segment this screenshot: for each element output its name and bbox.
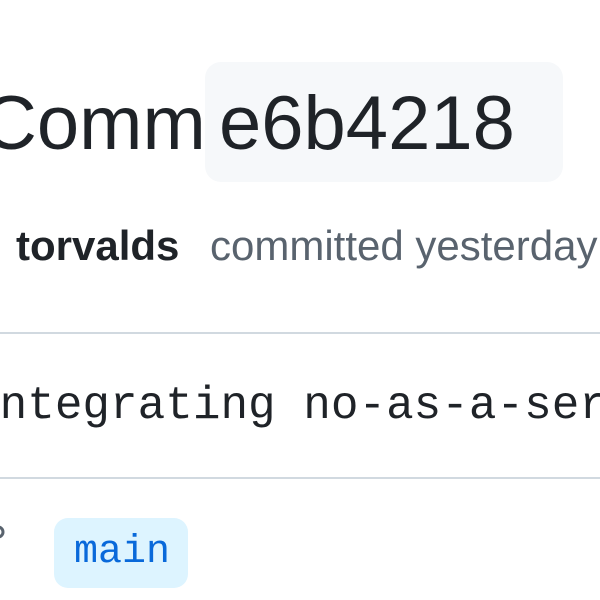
divider xyxy=(0,332,600,334)
commit-timestamp: committed yesterday xyxy=(210,222,598,269)
divider xyxy=(0,477,600,479)
commit-sha[interactable]: e6b4218 xyxy=(219,84,515,164)
commit-message: Integrating no-as-a-service xyxy=(0,380,600,432)
branch-name[interactable]: main xyxy=(74,526,170,580)
author-link[interactable]: torvalds xyxy=(16,218,179,274)
git-branch-icon xyxy=(0,525,5,539)
commit-header: Commit e6b4218 xyxy=(0,62,600,184)
branch-badge[interactable]: main xyxy=(54,518,188,588)
commit-meta: torvalds committed yesterday xyxy=(0,218,600,274)
commit-detail-page: Commit e6b4218 torvalds committed yester… xyxy=(0,0,600,600)
commit-sha-chip[interactable]: e6b4218 xyxy=(205,62,563,182)
